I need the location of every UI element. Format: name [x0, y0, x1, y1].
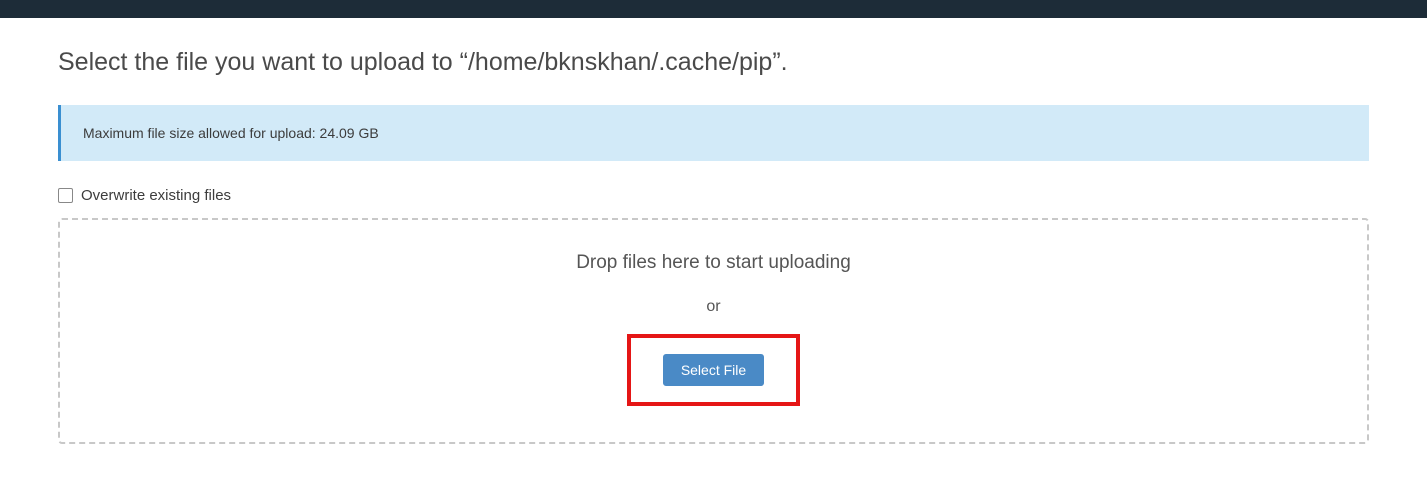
or-separator-text: or: [80, 298, 1347, 316]
page-title: Select the file you want to upload to “/…: [58, 48, 1369, 77]
overwrite-checkbox-row[interactable]: Overwrite existing files: [58, 187, 1369, 204]
main-content: Select the file you want to upload to “/…: [0, 18, 1427, 464]
overwrite-label: Overwrite existing files: [81, 187, 231, 204]
overwrite-checkbox[interactable]: [58, 188, 73, 203]
drop-instruction-text: Drop files here to start uploading: [80, 252, 1347, 274]
select-file-highlight: Select File: [627, 334, 800, 406]
select-file-button[interactable]: Select File: [663, 354, 764, 386]
file-dropzone[interactable]: Drop files here to start uploading or Se…: [58, 218, 1369, 444]
top-bar: [0, 0, 1427, 18]
info-banner: Maximum file size allowed for upload: 24…: [58, 105, 1369, 161]
max-file-size-text: Maximum file size allowed for upload: 24…: [83, 125, 379, 141]
